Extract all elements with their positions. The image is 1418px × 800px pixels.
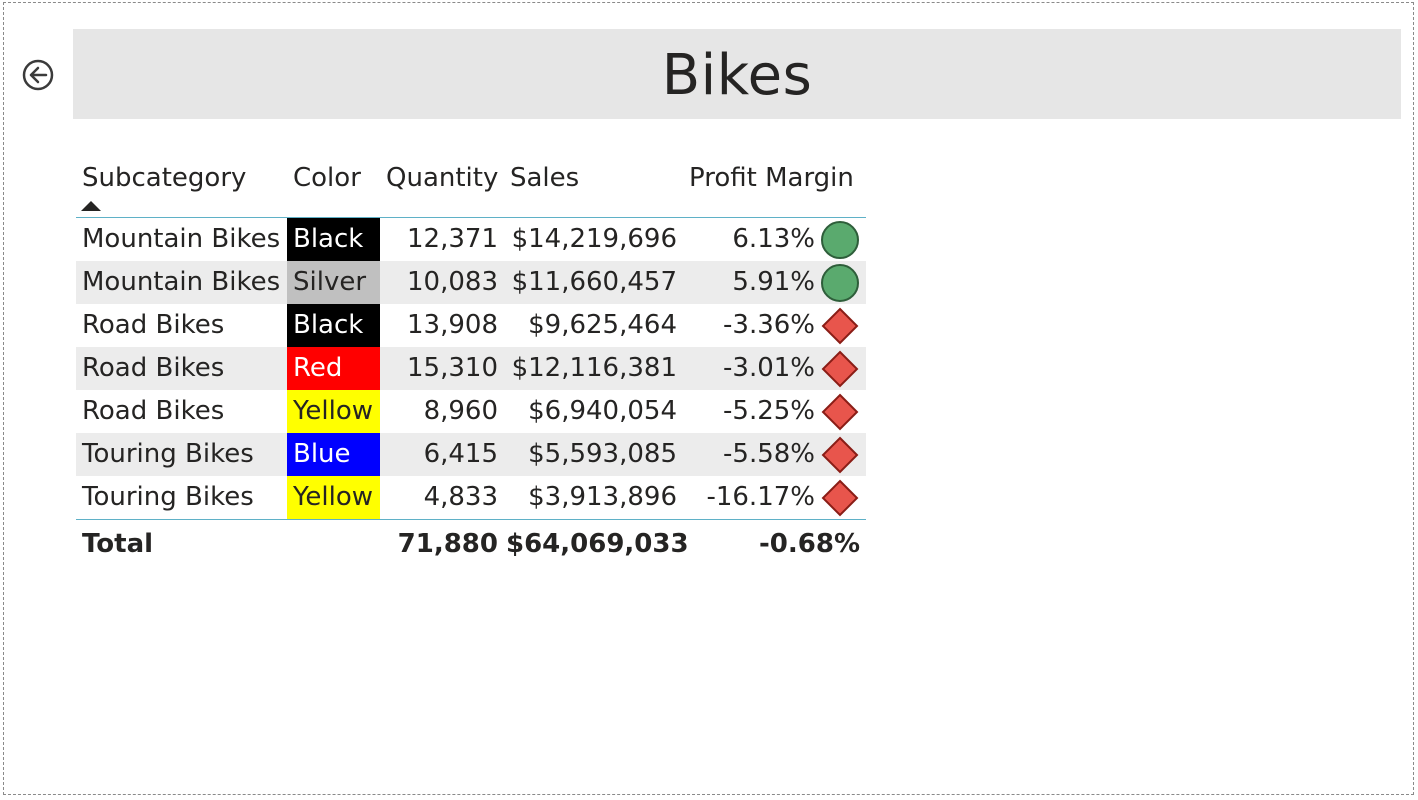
table-header: Subcategory Color Quantity Sales Profit … — [76, 150, 866, 218]
table-body: Mountain Bikes Black 12,371 $14,219,696 6.13… — [76, 218, 866, 519]
cell-subcategory: Mountain Bikes — [82, 224, 281, 254]
green-circle-icon — [820, 220, 860, 260]
cell-quantity: 4,833 — [423, 482, 498, 512]
back-button[interactable] — [22, 59, 54, 91]
cell-sales: $11,660,457 — [511, 267, 677, 297]
red-diamond-icon — [820, 349, 860, 389]
totals-label: Total — [82, 529, 154, 559]
table-row[interactable]: Mountain Bikes Black 12,371 $14,219,696 6.13… — [76, 218, 866, 261]
cell-profit-margin: -5.58% — [723, 439, 815, 469]
cell-color: Yellow — [287, 476, 380, 519]
cell-quantity: 10,083 — [407, 267, 498, 297]
cell-profit-margin: -3.01% — [723, 353, 815, 383]
cell-color: Red — [287, 347, 380, 390]
sort-ascending-icon[interactable] — [81, 200, 101, 211]
totals-row: Total 71,880 $64,069,033 -0.68% — [76, 519, 866, 568]
cell-color: Black — [287, 304, 380, 347]
title-bar: Bikes — [73, 29, 1401, 119]
cell-subcategory: Mountain Bikes — [82, 267, 281, 297]
table-row[interactable]: Road Bikes Black 13,908 $9,625,464 -3.36% — [76, 304, 866, 347]
totals-quantity: 71,880 — [397, 529, 498, 559]
cell-profit-margin: -3.36% — [723, 310, 815, 340]
cell-sales: $5,593,085 — [528, 439, 677, 469]
cell-profit-margin: -5.25% — [723, 396, 815, 426]
page-title: Bikes — [661, 43, 813, 108]
back-arrow-icon[interactable] — [22, 59, 54, 91]
red-diamond-icon — [820, 392, 860, 432]
cell-quantity: 8,960 — [423, 396, 498, 426]
cell-quantity: 15,310 — [407, 353, 498, 383]
column-header-quantity[interactable]: Quantity — [386, 162, 498, 194]
cell-profit-margin: -16.17% — [706, 482, 815, 512]
column-header-subcategory[interactable]: Subcategory — [82, 162, 246, 194]
cell-subcategory: Touring Bikes — [82, 482, 254, 512]
table-row[interactable]: Road Bikes Yellow 8,960 $6,940,054 -5.25% — [76, 390, 866, 433]
cell-color: Black — [287, 218, 380, 261]
cell-subcategory: Road Bikes — [82, 396, 225, 426]
cell-sales: $6,940,054 — [528, 396, 677, 426]
cell-color: Yellow — [287, 390, 380, 433]
cell-subcategory: Touring Bikes — [82, 439, 254, 469]
column-header-sales[interactable]: Sales — [510, 162, 579, 194]
table-row[interactable]: Road Bikes Red 15,310 $12,116,381 -3.01% — [76, 347, 866, 390]
cell-sales: $3,913,896 — [528, 482, 677, 512]
cell-quantity: 6,415 — [423, 439, 498, 469]
table-row[interactable]: Touring Bikes Yellow 4,833 $3,913,896 -16.17… — [76, 476, 866, 519]
cell-profit-margin: 6.13% — [732, 224, 815, 254]
cell-quantity: 13,908 — [407, 310, 498, 340]
cell-subcategory: Road Bikes — [82, 310, 225, 340]
cell-color: Silver — [287, 261, 380, 304]
column-header-profit-margin[interactable]: Profit Margin — [689, 162, 854, 194]
cell-sales: $12,116,381 — [511, 353, 677, 383]
totals-sales: $64,069,033 — [506, 529, 689, 559]
cell-sales: $9,625,464 — [528, 310, 677, 340]
table-row[interactable]: Mountain Bikes Silver 10,083 $11,660,457 5.9… — [76, 261, 866, 304]
cell-profit-margin: 5.91% — [732, 267, 815, 297]
cell-subcategory: Road Bikes — [82, 353, 225, 383]
cell-sales: $14,219,696 — [511, 224, 677, 254]
red-diamond-icon — [820, 435, 860, 475]
sales-table: Subcategory Color Quantity Sales Profit … — [76, 150, 866, 568]
column-header-color[interactable]: Color — [293, 162, 361, 194]
red-diamond-icon — [820, 478, 860, 518]
cell-quantity: 12,371 — [407, 224, 498, 254]
red-diamond-icon — [820, 306, 860, 346]
totals-profit-margin: -0.68% — [759, 529, 860, 559]
table-row[interactable]: Touring Bikes Blue 6,415 $5,593,085 -5.58% — [76, 433, 866, 476]
cell-color: Blue — [287, 433, 380, 476]
green-circle-icon — [820, 263, 860, 303]
